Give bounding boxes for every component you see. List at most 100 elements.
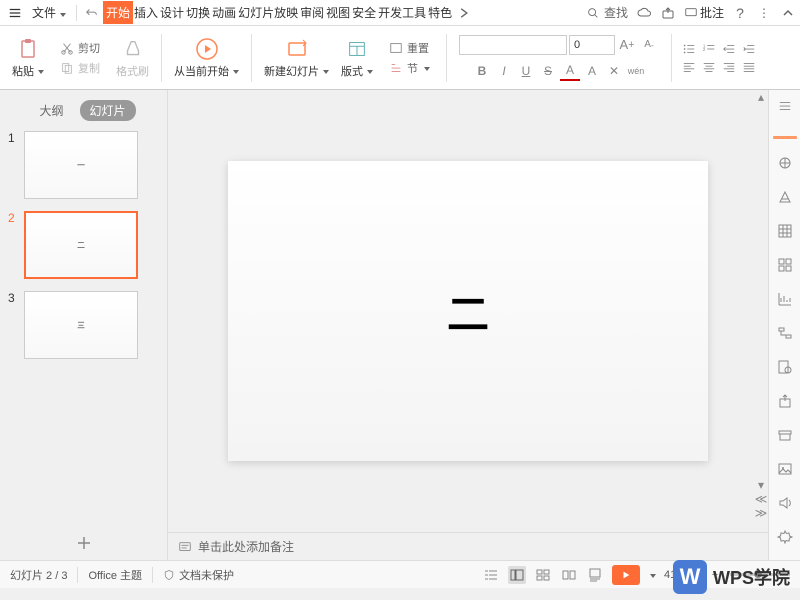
font-size-select[interactable]: 0 (569, 35, 615, 55)
grid-icon[interactable] (775, 255, 795, 275)
search-pane-icon[interactable] (775, 357, 795, 377)
outline-tab[interactable]: 大纲 (31, 100, 71, 121)
increase-indent-button[interactable] (740, 41, 758, 57)
slideshow-button[interactable] (612, 565, 640, 585)
thumbnail-number: 1 (8, 131, 18, 145)
more-tabs-icon[interactable] (453, 3, 475, 23)
highlight-button[interactable]: A (582, 61, 602, 81)
bullets-button[interactable] (680, 41, 698, 57)
slides-tab[interactable]: 幻灯片 (80, 100, 136, 121)
cut-button[interactable]: 剪切 (56, 38, 104, 58)
sorter-view-icon[interactable] (534, 566, 552, 584)
more-icon[interactable]: ⋮ (756, 5, 772, 21)
share-icon[interactable] (660, 5, 676, 21)
tab-special[interactable]: 特色 (427, 1, 453, 24)
thumbnail-tabs: 大纲 幻灯片 (0, 90, 167, 131)
thumbnail[interactable]: 二 (24, 211, 138, 279)
italic-button[interactable]: I (494, 61, 514, 81)
thumbnail[interactable]: 一 (24, 131, 138, 199)
cloud-icon[interactable] (636, 5, 652, 21)
shrink-font-icon[interactable]: A- (639, 35, 659, 55)
thumbnail[interactable]: 三 (24, 291, 138, 359)
hamburger-icon[interactable] (4, 3, 26, 23)
export-icon[interactable] (775, 391, 795, 411)
protect-indicator[interactable]: 文档未保护 (163, 567, 234, 583)
main-area: 大纲 幻灯片 1 一 2 二 3 三 二 ▴ ▾ ≪ (0, 90, 800, 560)
notes-bar[interactable]: 单击此处添加备注 (168, 532, 768, 560)
underline-button[interactable]: U (516, 61, 536, 81)
tab-insert[interactable]: 插入 (133, 1, 159, 24)
grow-font-icon[interactable]: A+ (617, 35, 637, 55)
slide-group: 重置 节 (381, 38, 438, 78)
strike-button[interactable]: S (538, 61, 558, 81)
normal-view-icon[interactable] (508, 566, 526, 584)
page-indicator: 幻灯片 2 / 3 (10, 567, 67, 583)
thumbnail-item[interactable]: 1 一 (8, 131, 159, 199)
text-effect-icon[interactable] (775, 187, 795, 207)
font-color-button[interactable]: A (560, 61, 580, 81)
format-painter-button[interactable]: 格式刷 (112, 35, 153, 81)
settings-icon[interactable] (775, 527, 795, 547)
notes-view-icon[interactable] (586, 566, 604, 584)
slideshow-dropdown[interactable] (648, 569, 656, 581)
play-circle-icon (195, 37, 219, 61)
collapse-ribbon-icon[interactable] (780, 5, 796, 21)
align-justify-button[interactable] (740, 59, 758, 75)
search-button[interactable]: 查找 (586, 4, 628, 21)
layout-button[interactable]: 版式 (337, 35, 377, 81)
vertical-scrollbar[interactable]: ▴ ▾ ≪ ≫ (754, 90, 768, 520)
bold-button[interactable]: B (472, 61, 492, 81)
archive-icon[interactable] (775, 425, 795, 445)
slide[interactable]: 二 (228, 161, 708, 461)
next-slide-icon[interactable]: ≫ (754, 506, 768, 520)
tab-animation[interactable]: 动画 (211, 1, 237, 24)
prev-slide-icon[interactable]: ≪ (754, 492, 768, 506)
table-icon[interactable] (775, 221, 795, 241)
tab-developer[interactable]: 开发工具 (377, 1, 427, 24)
add-slide-button[interactable] (0, 526, 167, 560)
tab-security[interactable]: 安全 (351, 1, 377, 24)
align-center-button[interactable] (700, 59, 718, 75)
font-family-select[interactable] (459, 35, 567, 55)
copy-button[interactable]: 复制 (56, 58, 104, 78)
tab-design[interactable]: 设计 (159, 1, 185, 24)
scroll-up-icon[interactable]: ▴ (754, 90, 768, 104)
zoom-slider[interactable] (730, 573, 790, 576)
style-icon[interactable] (775, 153, 795, 173)
tab-slideshow[interactable]: 幻灯片放映 (237, 1, 299, 24)
paste-button[interactable]: 粘贴 (8, 35, 48, 81)
flow-icon[interactable] (775, 323, 795, 343)
zoom-out-button[interactable]: − (706, 566, 724, 584)
canvas-main[interactable]: 二 (168, 90, 768, 532)
sound-icon[interactable] (775, 493, 795, 513)
sidebar-menu-icon[interactable] (775, 96, 795, 116)
undo-dropdown-icon[interactable] (81, 3, 103, 23)
tab-view[interactable]: 视图 (325, 1, 351, 24)
notes-placeholder: 单击此处添加备注 (198, 538, 294, 555)
from-current-button[interactable]: 从当前开始 (170, 35, 243, 81)
reset-button[interactable]: 重置 (385, 38, 433, 58)
thumbnail-item[interactable]: 3 三 (8, 291, 159, 359)
pinyin-button[interactable]: wén (626, 61, 646, 81)
align-left-button[interactable] (680, 59, 698, 75)
outline-view-icon[interactable] (482, 566, 500, 584)
thumbnail-item[interactable]: 2 二 (8, 211, 159, 279)
file-menu[interactable]: 文件 (26, 4, 72, 21)
ribbon: 粘贴 剪切 复制 格式刷 从当前开始 新建幻灯片 版式 重置 节 0 A+ A-… (0, 26, 800, 90)
numbering-button[interactable]: 12 (700, 41, 718, 57)
annotate-button[interactable]: 批注 (684, 5, 724, 21)
chart-icon[interactable] (775, 289, 795, 309)
help-icon[interactable]: ? (732, 5, 748, 21)
tab-home[interactable]: 开始 (103, 1, 133, 24)
tab-transition[interactable]: 切换 (185, 1, 211, 24)
tab-review[interactable]: 审阅 (299, 1, 325, 24)
reading-view-icon[interactable] (560, 566, 578, 584)
clear-format-button[interactable]: ✕ (604, 61, 624, 81)
section-button[interactable]: 节 (385, 58, 434, 78)
image-icon[interactable] (775, 459, 795, 479)
zoom-value[interactable]: 41% (664, 569, 686, 581)
scroll-down-icon[interactable]: ▾ (754, 478, 768, 492)
decrease-indent-button[interactable] (720, 41, 738, 57)
align-right-button[interactable] (720, 59, 738, 75)
new-slide-button[interactable]: 新建幻灯片 (260, 35, 333, 81)
